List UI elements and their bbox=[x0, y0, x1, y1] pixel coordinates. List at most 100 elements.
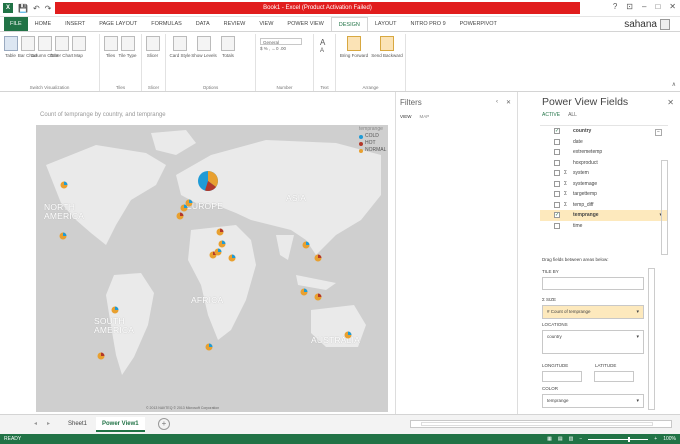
field-list-scrollbar[interactable] bbox=[661, 160, 668, 255]
dropdown-arrow-icon[interactable]: ▾ bbox=[636, 395, 639, 407]
tab-home[interactable]: HOME bbox=[28, 17, 59, 31]
tile-type-button[interactable]: Tile Type bbox=[119, 36, 137, 58]
collapse-filters-icon[interactable]: ‹ bbox=[496, 99, 498, 106]
color-drop-area[interactable]: temprange ▾ bbox=[542, 394, 644, 408]
map-visualization[interactable]: Count of temprange by country, and tempr… bbox=[0, 92, 395, 414]
totals-button[interactable]: Totals bbox=[217, 36, 239, 58]
areas-scrollbar[interactable] bbox=[648, 268, 655, 410]
zoom-slider-knob[interactable] bbox=[628, 436, 631, 442]
checkbox-temp-diff[interactable] bbox=[554, 201, 560, 208]
checkbox-system[interactable] bbox=[554, 170, 560, 177]
field-hoxproduct[interactable]: hoxproduct bbox=[540, 158, 668, 169]
card-style-button[interactable]: Card Style bbox=[169, 36, 191, 58]
zoom-out-icon[interactable]: − bbox=[579, 434, 582, 444]
number-format-buttons[interactable]: $ % , ←0 .00 bbox=[260, 45, 309, 52]
field-extremetemp[interactable]: extremetemp bbox=[540, 147, 668, 158]
checkbox-temprange[interactable]: ✓ bbox=[554, 212, 560, 219]
field-systemage[interactable]: Σsystemage bbox=[540, 179, 668, 190]
page-break-view-icon[interactable]: ▥ bbox=[569, 434, 574, 444]
undo-icon[interactable]: ↶ bbox=[33, 4, 40, 13]
tab-review[interactable]: REVIEW bbox=[217, 17, 253, 31]
close-filters-icon[interactable]: ✕ bbox=[506, 99, 511, 106]
add-sheet-button[interactable]: + bbox=[158, 418, 170, 430]
checkbox-targettemp[interactable] bbox=[554, 191, 560, 198]
zoom-in-icon[interactable]: + bbox=[654, 434, 657, 444]
minimize-icon[interactable]: – bbox=[642, 2, 646, 11]
field-system[interactable]: Σsystem bbox=[540, 168, 668, 179]
longitude-drop-area[interactable] bbox=[542, 371, 582, 382]
color-field-item[interactable]: temprange ▾ bbox=[543, 395, 643, 407]
size-drop-area[interactable]: # Count of temprange ▾ bbox=[542, 305, 644, 319]
dropdown-arrow-icon[interactable]: ▾ bbox=[636, 306, 639, 318]
zoom-slider[interactable] bbox=[588, 436, 649, 442]
show-levels-button[interactable]: Show Levels bbox=[191, 36, 217, 58]
checkbox-date[interactable] bbox=[554, 138, 560, 145]
fields-tab-active[interactable]: ACTIVE bbox=[542, 112, 560, 118]
legend-item-cold: COLD bbox=[359, 133, 386, 140]
tab-page-layout[interactable]: PAGE LAYOUT bbox=[92, 17, 144, 31]
dropdown-arrow-icon[interactable]: ▾ bbox=[636, 331, 639, 343]
save-icon[interactable]: 💾 bbox=[18, 4, 28, 13]
collapse-ribbon-icon[interactable]: ∧ bbox=[672, 81, 676, 88]
normal-view-icon[interactable]: ▦ bbox=[547, 434, 552, 444]
increase-font-button[interactable]: A bbox=[320, 38, 329, 47]
checkbox-extremetemp[interactable] bbox=[554, 149, 560, 156]
tab-insert[interactable]: INSERT bbox=[58, 17, 92, 31]
tab-data[interactable]: DATA bbox=[189, 17, 217, 31]
checkbox-country[interactable]: ✓ bbox=[554, 128, 560, 135]
tile-by-drop-area[interactable] bbox=[542, 277, 644, 290]
tab-powerpivot[interactable]: POWERPIVOT bbox=[453, 17, 504, 31]
size-field-item[interactable]: # Count of temprange ▾ bbox=[543, 306, 643, 318]
tab-power-view[interactable]: POWER VIEW bbox=[280, 17, 330, 31]
field-date[interactable]: date bbox=[540, 137, 668, 148]
close-fields-icon[interactable]: ✕ bbox=[667, 98, 674, 107]
field-temprange[interactable]: ✓ temprange ▾ bbox=[540, 210, 668, 221]
redo-icon[interactable]: ↷ bbox=[45, 4, 52, 13]
table-button[interactable]: Table bbox=[3, 36, 18, 58]
world-map[interactable]: NORTH AMERICA EUROPE ASIA AFRICA SOUTH A… bbox=[36, 125, 388, 412]
prev-sheet-icon[interactable]: ◂ bbox=[34, 420, 37, 427]
locations-field-item[interactable]: country ▾ bbox=[543, 331, 643, 343]
tab-design[interactable]: DESIGN bbox=[330, 16, 368, 32]
user-account[interactable]: sahana bbox=[624, 17, 670, 31]
close-icon[interactable]: ✕ bbox=[669, 2, 676, 11]
sheet-tab-power-view1[interactable]: Power View1 bbox=[96, 417, 145, 432]
tab-file[interactable]: FILE bbox=[4, 17, 28, 31]
send-backward-button[interactable]: Send Backward bbox=[371, 36, 403, 58]
zoom-level[interactable]: 100% bbox=[663, 434, 676, 444]
tab-view[interactable]: VIEW bbox=[252, 17, 280, 31]
scrollbar-thumb[interactable] bbox=[421, 422, 653, 426]
other-chart-button[interactable]: Other Chart bbox=[50, 36, 73, 58]
filters-tab-view[interactable]: VIEW bbox=[400, 114, 412, 119]
expand-table-icon[interactable]: − bbox=[655, 129, 662, 136]
number-format-select[interactable]: General bbox=[260, 38, 302, 45]
decrease-font-button[interactable]: A bbox=[320, 47, 329, 56]
checkbox-systemage[interactable] bbox=[554, 180, 560, 187]
tab-layout[interactable]: LAYOUT bbox=[368, 17, 404, 31]
page-layout-view-icon[interactable]: ▤ bbox=[558, 434, 563, 444]
map-button[interactable]: Map bbox=[71, 36, 86, 58]
slicer-button[interactable]: Slicer bbox=[145, 36, 160, 58]
pie-marker bbox=[180, 204, 188, 212]
horizontal-scrollbar[interactable] bbox=[410, 420, 672, 428]
field-temp-diff[interactable]: Σtemp_diff bbox=[540, 200, 668, 211]
tiles-button[interactable]: Tiles bbox=[103, 36, 118, 58]
field-time[interactable]: time bbox=[540, 221, 668, 232]
field-targettemp[interactable]: Σtargettemp bbox=[540, 189, 668, 200]
latitude-drop-area[interactable] bbox=[594, 371, 634, 382]
checkbox-hoxproduct[interactable] bbox=[554, 159, 560, 166]
locations-drop-area[interactable]: country ▾ bbox=[542, 330, 644, 354]
help-icon[interactable]: ? bbox=[613, 2, 617, 11]
checkbox-time[interactable] bbox=[554, 222, 560, 229]
fields-tab-all[interactable]: ALL bbox=[568, 112, 577, 118]
slicer-group: Slicer Slicer bbox=[142, 34, 166, 91]
next-sheet-icon[interactable]: ▸ bbox=[47, 420, 50, 427]
tab-nitro-pro[interactable]: NITRO PRO 9 bbox=[403, 17, 452, 31]
tab-formulas[interactable]: FORMULAS bbox=[144, 17, 189, 31]
sheet-tab-sheet1[interactable]: Sheet1 bbox=[62, 417, 93, 432]
maximize-icon[interactable]: □ bbox=[655, 2, 660, 11]
filters-tab-map[interactable]: MAP bbox=[420, 114, 430, 119]
field-country[interactable]: ✓ country bbox=[540, 126, 668, 137]
ribbon-display-icon[interactable]: ⊡ bbox=[626, 2, 633, 11]
bring-forward-button[interactable]: Bring Forward bbox=[340, 36, 368, 58]
